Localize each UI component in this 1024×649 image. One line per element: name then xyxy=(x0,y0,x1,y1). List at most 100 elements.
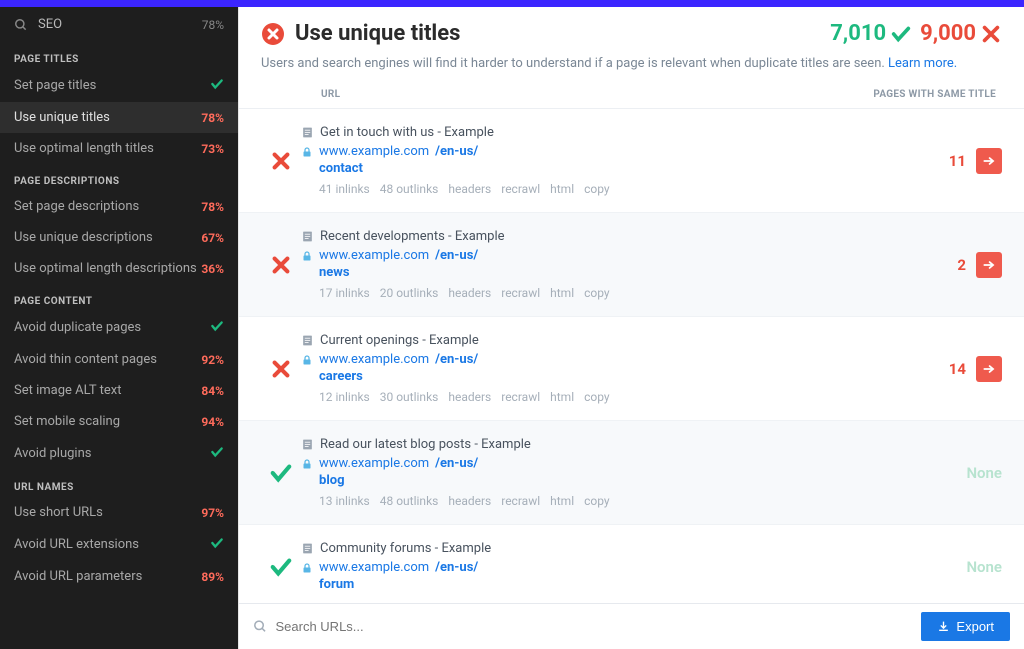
lock-icon xyxy=(301,354,313,366)
check-icon xyxy=(210,445,224,462)
fail-circle-icon xyxy=(261,22,285,46)
row-url-slug[interactable]: forum xyxy=(319,577,832,592)
row-outlinks[interactable]: 48 outlinks xyxy=(380,182,439,196)
row-headers-link[interactable]: headers xyxy=(448,494,491,508)
row-url-link[interactable]: www.example.com/en-us/ xyxy=(301,456,832,471)
row-recrawl-link[interactable]: recrawl xyxy=(501,494,540,508)
row-title: Current openings - Example xyxy=(320,333,479,348)
table-body: Get in touch with us - Examplewww.exampl… xyxy=(239,109,1024,603)
row-outlinks[interactable]: 48 outlinks xyxy=(380,494,439,508)
row-html-link[interactable]: html xyxy=(550,494,574,508)
row-right: 11 xyxy=(832,125,1002,196)
row-url-link[interactable]: www.example.com/en-us/ xyxy=(301,144,832,159)
row-url-path: /en-us/ xyxy=(435,144,478,159)
sidebar-item[interactable]: Avoid plugins xyxy=(0,437,238,470)
x-icon xyxy=(261,125,301,196)
sidebar-item[interactable]: Use unique descriptions67% xyxy=(0,222,238,253)
table-row: Current openings - Example www.example.co… xyxy=(239,317,1024,421)
row-same-count: 2 xyxy=(957,256,966,274)
footer-bar: Export xyxy=(239,603,1024,649)
page-description: Users and search engines will find it ha… xyxy=(261,56,1002,71)
sidebar-item-label: Use unique descriptions xyxy=(14,230,201,245)
sidebar-item-value: 92% xyxy=(201,353,224,367)
sidebar-item[interactable]: Set mobile scaling94% xyxy=(0,406,238,437)
sidebar-item[interactable]: Set page descriptions78% xyxy=(0,191,238,222)
row-same-count: None xyxy=(966,558,1002,576)
sidebar-item[interactable]: Use optimal length titles73% xyxy=(0,133,238,164)
export-button[interactable]: Export xyxy=(921,612,1010,641)
sidebar-item[interactable]: Use short URLs97% xyxy=(0,497,238,528)
row-meta: 13 inlinks 48 outlinks headers recrawl htmlc… xyxy=(319,494,832,508)
row-headers-link[interactable]: headers xyxy=(448,286,491,300)
row-copy-link[interactable]: copy xyxy=(584,286,609,300)
row-inlinks[interactable]: 17 inlinks xyxy=(319,286,370,300)
row-title: Community forums - Example xyxy=(320,541,491,556)
row-recrawl-link[interactable]: recrawl xyxy=(501,286,540,300)
arrow-right-icon xyxy=(982,154,996,168)
learn-more-link[interactable]: Learn more. xyxy=(888,56,957,71)
url-search[interactable] xyxy=(253,619,911,634)
sidebar-item[interactable]: Use optimal length descriptions36% xyxy=(0,253,238,284)
sidebar-group-heading: URL NAMES xyxy=(0,470,238,497)
row-url-link[interactable]: www.example.com/en-us/ xyxy=(301,560,832,575)
row-url-slug[interactable]: blog xyxy=(319,473,832,488)
row-url-link[interactable]: www.example.com/en-us/ xyxy=(301,248,832,263)
row-recrawl-link[interactable]: recrawl xyxy=(501,182,540,196)
row-html-link[interactable]: html xyxy=(550,390,574,404)
row-html-link[interactable]: html xyxy=(550,182,574,196)
sidebar-item[interactable]: Avoid URL extensions xyxy=(0,528,238,561)
check-icon xyxy=(261,437,301,508)
document-icon xyxy=(301,542,314,555)
row-html-link[interactable]: html xyxy=(550,286,574,300)
row-same-count: 11 xyxy=(949,152,966,170)
sidebar-item[interactable]: Set page titles xyxy=(0,69,238,102)
url-search-input[interactable] xyxy=(275,619,911,634)
row-url-path: /en-us/ xyxy=(435,456,478,471)
arrow-right-icon xyxy=(982,258,996,272)
sidebar-item-label: Use short URLs xyxy=(14,505,201,520)
row-url-slug[interactable]: news xyxy=(319,265,832,280)
row-headers-link[interactable]: headers xyxy=(448,182,491,196)
sidebar-item-label: Avoid thin content pages xyxy=(14,352,201,367)
lock-icon xyxy=(301,458,313,470)
row-inlinks[interactable]: 13 inlinks xyxy=(319,494,370,508)
lock-icon xyxy=(301,146,313,158)
sidebar: SEO 78% PAGE TITLESSet page titlesUse un… xyxy=(0,7,238,649)
sidebar-item[interactable]: Use unique titles78% xyxy=(0,102,238,133)
sidebar-item-label: Set image ALT text xyxy=(14,383,201,398)
row-inlinks[interactable]: 12 inlinks xyxy=(319,390,370,404)
row-recrawl-link[interactable]: recrawl xyxy=(501,390,540,404)
sidebar-item[interactable]: Set image ALT text84% xyxy=(0,375,238,406)
row-url-slug[interactable]: contact xyxy=(319,161,832,176)
row-outlinks[interactable]: 30 outlinks xyxy=(380,390,439,404)
row-meta: 41 inlinks 48 outlinks headers recrawl htmlc… xyxy=(319,182,832,196)
row-url-link[interactable]: www.example.com/en-us/ xyxy=(301,352,832,367)
row-copy-link[interactable]: copy xyxy=(584,182,609,196)
check-icon xyxy=(890,23,912,45)
row-go-button[interactable] xyxy=(976,252,1002,278)
search-icon xyxy=(14,18,28,32)
check-icon xyxy=(210,536,224,553)
row-go-button[interactable] xyxy=(976,148,1002,174)
sidebar-item[interactable]: Avoid URL parameters89% xyxy=(0,561,238,592)
sidebar-item[interactable]: Avoid thin content pages92% xyxy=(0,344,238,375)
row-copy-link[interactable]: copy xyxy=(584,494,609,508)
row-right: 2 xyxy=(832,229,1002,300)
row-copy-link[interactable]: copy xyxy=(584,390,609,404)
sidebar-search[interactable]: SEO 78% xyxy=(0,7,238,42)
sidebar-group-heading: PAGE CONTENT xyxy=(0,284,238,311)
row-url-slug[interactable]: careers xyxy=(319,369,832,384)
sidebar-item-label: Set mobile scaling xyxy=(14,414,201,429)
table-row: Recent developments - Examplewww.example… xyxy=(239,213,1024,317)
table-row: Get in touch with us - Examplewww.exampl… xyxy=(239,109,1024,213)
row-outlinks[interactable]: 20 outlinks xyxy=(380,286,439,300)
sidebar-item-value: 97% xyxy=(201,506,224,520)
sidebar-item[interactable]: Avoid duplicate pages xyxy=(0,311,238,344)
search-icon xyxy=(253,619,267,634)
x-icon xyxy=(980,23,1002,45)
row-go-button[interactable] xyxy=(976,356,1002,382)
col-same-header: PAGES WITH SAME TITLE xyxy=(832,89,1002,100)
row-headers-link[interactable]: headers xyxy=(448,390,491,404)
x-icon xyxy=(261,229,301,300)
row-inlinks[interactable]: 41 inlinks xyxy=(319,182,370,196)
